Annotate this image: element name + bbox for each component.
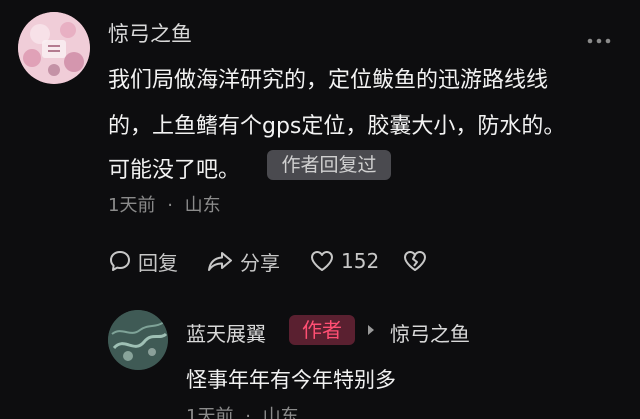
caret-right-icon	[368, 325, 374, 335]
more-dots-icon[interactable]	[586, 36, 612, 46]
like-count: 152	[341, 249, 380, 273]
comment-screen: 惊弓之鱼 我们局做海洋研究的，定位鲅鱼的迅游路线线 的，上鱼鳍有个gps定位，胶…	[0, 0, 640, 419]
comment-username[interactable]: 惊弓之鱼	[108, 18, 192, 48]
reply-text: 怪事年年有今年特别多	[186, 368, 396, 392]
reply-meta-separator: ·	[245, 406, 251, 419]
reply-avatar-illustration	[108, 310, 168, 370]
reply-button[interactable]: 回复	[108, 247, 178, 275]
comment-location: 山东	[184, 195, 221, 216]
author-badge: 作者	[289, 315, 355, 345]
share-button[interactable]: 分享	[206, 247, 280, 275]
reply-username[interactable]: 蓝天展翼	[186, 318, 266, 347]
reply-avatar[interactable]	[108, 310, 168, 370]
author-replied-badge: 作者回复过	[267, 150, 391, 180]
heart-icon	[311, 251, 333, 271]
share-label: 分享	[240, 250, 280, 275]
dislike-button[interactable]	[402, 247, 434, 275]
avatar[interactable]	[18, 12, 90, 84]
comment-time: 1天前	[108, 195, 156, 216]
comment-text-line-2: 的，上鱼鳍有个gps定位，胶囊大小，防水的。	[108, 114, 566, 139]
comment-meta: 1天前 · 山东	[108, 191, 221, 217]
comment-text-line-3: 可能没了吧。	[108, 158, 241, 183]
reply-location: 山东	[262, 406, 299, 419]
like-button[interactable]: 152	[309, 247, 379, 275]
comment-text-line-1: 我们局做海洋研究的，定位鲅鱼的迅游路线线	[108, 68, 549, 93]
meta-separator: ·	[167, 195, 173, 216]
reply-to-username[interactable]: 惊弓之鱼	[390, 318, 470, 347]
chat-bubble-icon	[110, 251, 130, 271]
reply-label: 回复	[138, 250, 178, 275]
broken-heart-icon	[404, 251, 426, 271]
reply-meta: 1天前 · 山东	[186, 402, 299, 419]
avatar-illustration	[18, 12, 90, 84]
share-arrow-icon	[208, 252, 232, 271]
reply-time: 1天前	[186, 406, 234, 419]
